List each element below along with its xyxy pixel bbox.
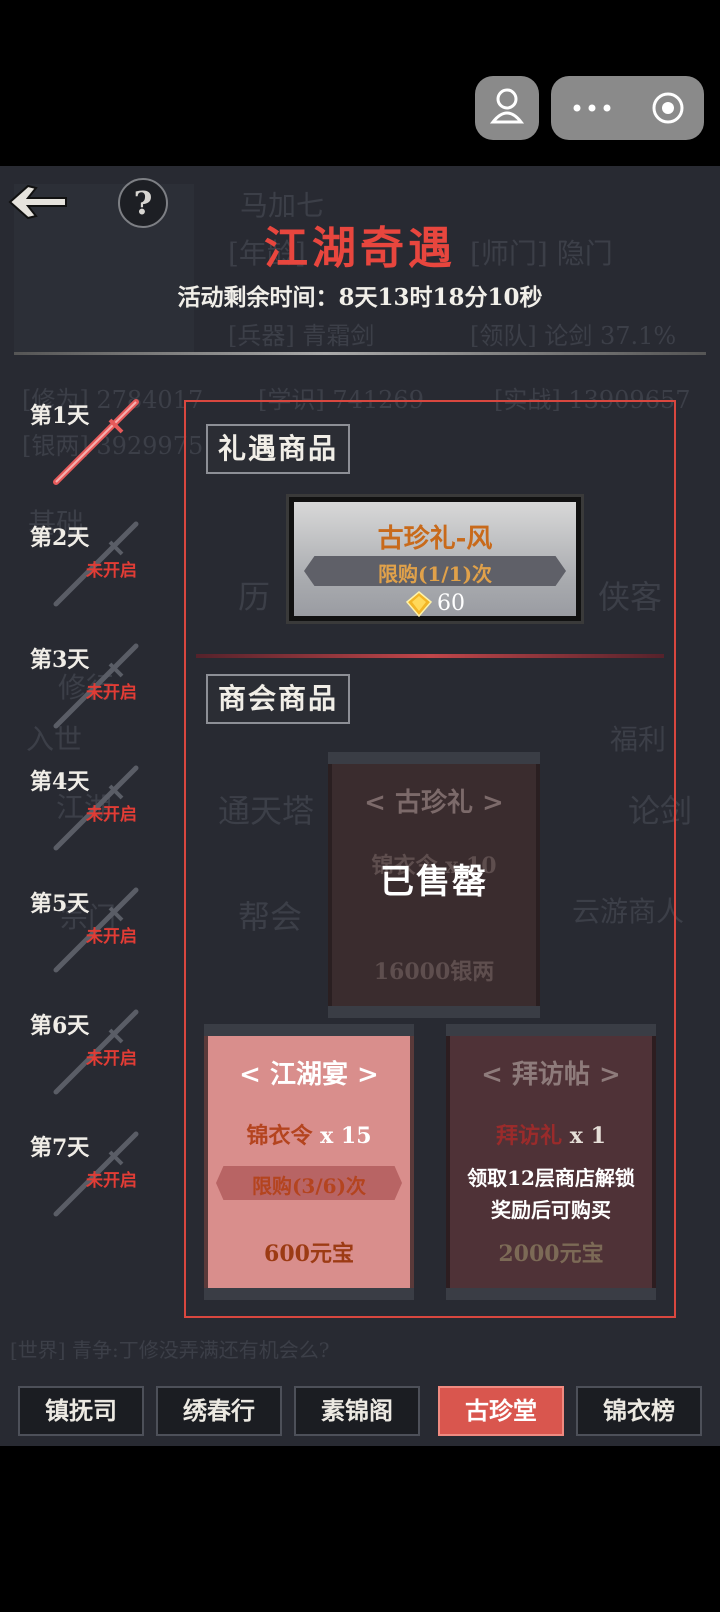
card-price: 16000银两 bbox=[373, 959, 495, 985]
item-qty: x 1 bbox=[569, 1123, 606, 1149]
day-status: 未开启 bbox=[86, 1049, 137, 1069]
card-rod-bottom bbox=[446, 1288, 656, 1300]
bottom-bar bbox=[0, 1446, 720, 1612]
miniprogram-avatar-button[interactable] bbox=[475, 76, 539, 140]
day-item-7[interactable]: 第7天 未开启 bbox=[0, 1128, 170, 1228]
gift-item-limit: 限购(1/1)次 bbox=[377, 562, 493, 586]
day-label: 第5天 bbox=[30, 891, 90, 917]
gift-item-price: 60 bbox=[294, 590, 576, 618]
section-title-merchant: 商会商品 bbox=[206, 674, 351, 724]
day-label: 第4天 bbox=[30, 769, 90, 795]
tab-guzhentang[interactable]: 古珍堂 bbox=[438, 1386, 564, 1436]
visit-item-card[interactable]: < 拜访帖 > 拜访礼 x 1 领取12层商店解锁 奖励后可购买 2000元宝 bbox=[446, 1024, 656, 1300]
background-text: [兵器] 青霜剑 bbox=[228, 322, 375, 350]
tab-xiuchunxing[interactable]: 绣春行 bbox=[156, 1386, 282, 1436]
section-title-gift: 礼遇商品 bbox=[206, 424, 351, 474]
day-label: 第2天 bbox=[30, 525, 90, 551]
item-qty: x 15 bbox=[320, 1123, 372, 1149]
day-status: 未开启 bbox=[86, 927, 137, 947]
header-divider bbox=[14, 352, 706, 355]
day-status: 未开启 bbox=[86, 683, 137, 703]
person-icon bbox=[489, 88, 525, 124]
day-item-4[interactable]: 第4天 未开启 bbox=[0, 762, 170, 862]
section-divider bbox=[196, 654, 664, 658]
page-title: 江湖奇遇 bbox=[264, 223, 456, 274]
gift-card-background: 古珍礼-风 限购(1/1)次 60 bbox=[294, 502, 576, 618]
card-title: < 江湖宴 > bbox=[239, 1060, 379, 1090]
card-title: < 拜访帖 > bbox=[481, 1060, 621, 1090]
tab-jinyibang[interactable]: 锦衣榜 bbox=[576, 1386, 702, 1436]
item-name: 锦衣令 bbox=[246, 1123, 313, 1149]
event-timer: 活动剩余时间：8天13时18分10秒 bbox=[177, 284, 543, 311]
gift-item-name: 古珍礼-风 bbox=[377, 524, 493, 554]
day-item-6[interactable]: 第6天 未开启 bbox=[0, 1006, 170, 1106]
diamond-icon bbox=[405, 591, 433, 618]
unlock-note: 领取12层商店解锁 奖励后可购买 bbox=[450, 1162, 652, 1226]
card-rod-top bbox=[204, 1024, 414, 1036]
day-item-5[interactable]: 第5天 未开启 bbox=[0, 884, 170, 984]
card-rod-bottom bbox=[204, 1288, 414, 1300]
day-label: 第7天 bbox=[30, 1135, 90, 1161]
soldout-label: 已售罄 bbox=[380, 862, 488, 902]
day-label: 第1天 bbox=[30, 403, 90, 429]
feast-item-card[interactable]: < 江湖宴 > 锦衣令 x 15 限购(3/6)次 600元宝 bbox=[204, 1024, 414, 1300]
tab-sujinge[interactable]: 素锦阁 bbox=[294, 1386, 420, 1436]
close-target-icon[interactable] bbox=[648, 88, 688, 128]
miniprogram-capsule bbox=[551, 76, 704, 140]
system-status-area bbox=[0, 0, 720, 166]
day-status: 未开启 bbox=[86, 561, 137, 581]
gift-item-card[interactable]: 古珍礼-风 限购(1/1)次 60 bbox=[286, 494, 584, 624]
card-item: 拜访礼 x 1 bbox=[450, 1118, 652, 1150]
soldout-item-card: < 古珍礼 > 锦衣令 x 10 已售罄 16000银两 bbox=[328, 752, 540, 1018]
card-title: < 古珍礼 > bbox=[364, 788, 504, 818]
day-label: 第3天 bbox=[30, 647, 90, 673]
day-label: 第6天 bbox=[30, 1013, 90, 1039]
chat-line: [世界] 青争:丁修没弄满还有机会么? bbox=[10, 1338, 330, 1362]
unlock-note-line2: 奖励后可购买 bbox=[491, 1198, 611, 1222]
day-item-3[interactable]: 第3天 未开启 bbox=[0, 640, 170, 740]
bottom-tabs: 镇抚司 绣春行 素锦阁 古珍堂 锦衣榜 bbox=[0, 1386, 720, 1442]
game-screen: 马加七 [年龄] [师门] 隐门 [兵器] 青霜剑 [领队] 论剑 37.1% … bbox=[0, 166, 720, 1446]
item-name: 拜访礼 bbox=[496, 1123, 563, 1149]
day-status: 未开启 bbox=[86, 805, 137, 825]
shop-panel: 礼遇商品 古珍礼-风 限购(1/1)次 60 商会商品 < 古珍礼 > 锦衣令 … bbox=[184, 400, 676, 1318]
day-item-1[interactable]: 第1天 bbox=[0, 396, 170, 496]
card-price: 2000元宝 bbox=[498, 1241, 604, 1267]
card-rod-top bbox=[446, 1024, 656, 1036]
card-price: 600元宝 bbox=[264, 1241, 354, 1267]
more-dots-icon[interactable] bbox=[567, 98, 617, 118]
day-item-2[interactable]: 第2天 未开启 bbox=[0, 518, 170, 618]
tab-zhenfusi[interactable]: 镇抚司 bbox=[18, 1386, 144, 1436]
background-text: [领队] 论剑 37.1% bbox=[470, 322, 677, 350]
unlock-note-line1: 领取12层商店解锁 bbox=[467, 1166, 635, 1190]
card-item: 锦衣令 x 15 bbox=[208, 1118, 410, 1150]
card-rod-top bbox=[328, 752, 540, 764]
gift-price-value: 60 bbox=[437, 591, 465, 616]
day-status: 未开启 bbox=[86, 1171, 137, 1191]
card-rod-bottom bbox=[328, 1006, 540, 1018]
card-limit: 限购(3/6)次 bbox=[251, 1174, 367, 1198]
